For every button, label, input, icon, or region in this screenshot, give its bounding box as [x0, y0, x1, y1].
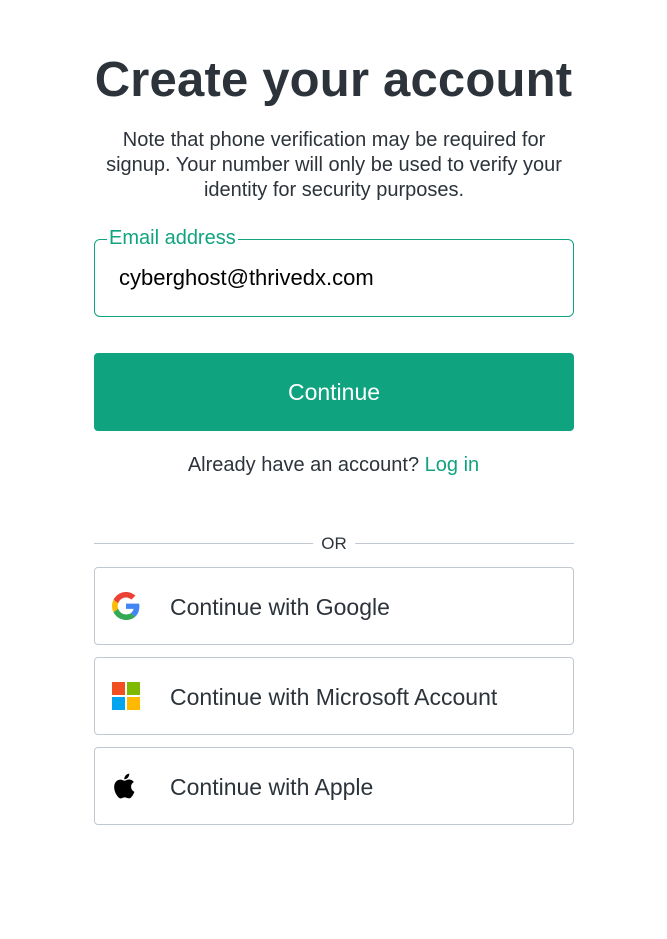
page-title: Create your account: [94, 53, 573, 107]
continue-with-apple-button[interactable]: Continue with Apple: [94, 747, 574, 825]
google-button-label: Continue with Google: [170, 594, 390, 620]
continue-with-google-button[interactable]: Continue with Google: [94, 567, 574, 645]
login-link[interactable]: Log in: [425, 454, 480, 476]
page-subtitle: Note that phone verification may be requ…: [106, 129, 562, 201]
email-input[interactable]: [119, 260, 549, 296]
divider-text: OR: [313, 534, 355, 554]
apple-icon: [112, 772, 140, 800]
login-prompt-text: Already have an account?: [187, 454, 420, 476]
or-divider: OR: [94, 534, 574, 554]
email-field-label: Email address: [107, 226, 238, 250]
email-field[interactable]: Email address: [94, 226, 574, 317]
signup-page: Create your account Note that phone veri…: [0, 0, 667, 939]
microsoft-icon: [112, 682, 140, 710]
continue-with-microsoft-button[interactable]: Continue with Microsoft Account: [94, 657, 574, 735]
continue-button[interactable]: Continue: [94, 353, 574, 431]
microsoft-button-label: Continue with Microsoft Account: [170, 684, 498, 710]
login-prompt-line: Already have an account? Log in: [0, 454, 667, 477]
google-icon: [112, 592, 140, 620]
apple-button-label: Continue with Apple: [170, 774, 374, 800]
